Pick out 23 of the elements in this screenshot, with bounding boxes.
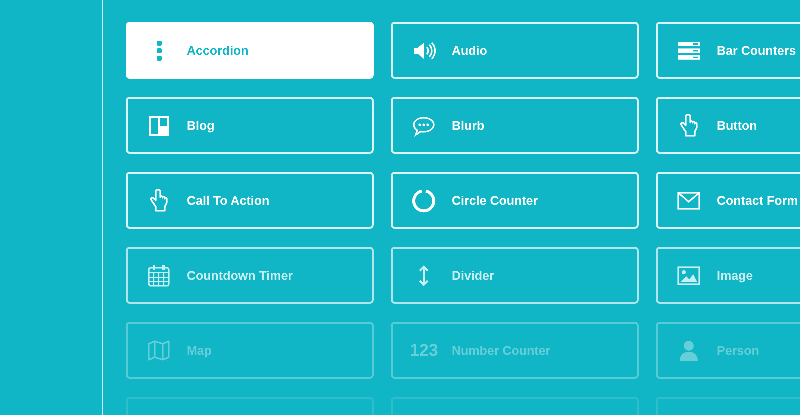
ring-icon <box>412 188 436 212</box>
module-button[interactable]: Accordion <box>126 22 374 79</box>
module-button[interactable]: Bar Counters <box>656 22 800 79</box>
module-button[interactable]: Circle Counter <box>391 172 639 229</box>
module-button[interactable]: Call To Action <box>126 172 374 229</box>
number-icon: 123 <box>410 340 438 360</box>
module-button[interactable]: Person <box>656 322 800 379</box>
layout-grid-icon <box>147 114 171 138</box>
module-button[interactable]: 123 Number Counter <box>391 322 639 379</box>
calendar-icon <box>147 264 171 288</box>
module-button[interactable]: Audio <box>391 22 639 79</box>
module-button[interactable]: Countdown Timer <box>126 247 374 304</box>
module-button[interactable]: Button <box>656 97 800 154</box>
person-icon <box>677 338 701 362</box>
vertical-dots-icon <box>156 40 162 60</box>
picture-icon <box>677 264 701 288</box>
module-button[interactable]: Contact Form <box>656 172 800 229</box>
module-button[interactable]: Blog <box>126 97 374 154</box>
folded-map-icon <box>147 338 171 362</box>
module-button[interactable]: Image <box>656 247 800 304</box>
module-button[interactable]: Divider <box>391 247 639 304</box>
module-button[interactable]: Map <box>126 322 374 379</box>
module-button[interactable]: Blurb <box>391 97 639 154</box>
